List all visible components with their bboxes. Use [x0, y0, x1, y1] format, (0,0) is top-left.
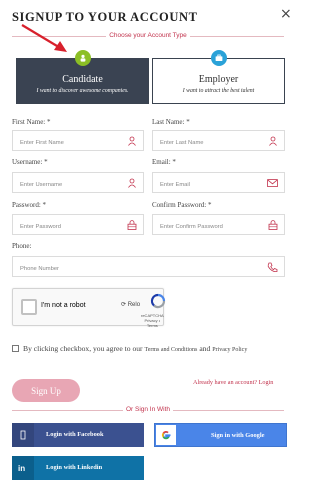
- pointer-arrow-icon: [21, 24, 67, 52]
- linkedin-login-button[interactable]: in Login with Linkedin: [12, 456, 144, 480]
- linkedin-login-label: Login with Linkedin: [46, 464, 103, 471]
- recaptcha-widget: I'm not a robot ⟳ Relo reCAPTCHA Privacy…: [12, 288, 166, 328]
- terms-prefix: By clicking checkbox, you agree to our: [23, 344, 143, 353]
- account-type-label: Choose your Account Type: [106, 32, 190, 39]
- first-name-input[interactable]: [13, 133, 143, 153]
- employer-tagline: I want to attract the best talent: [182, 88, 255, 94]
- username-label: Username: *: [12, 158, 48, 166]
- terms-link[interactable]: Terms and Conditions: [144, 347, 197, 353]
- user-icon: [128, 136, 136, 146]
- facebook-login-label: Login with Facebook: [46, 431, 104, 438]
- reload-icon: ⟳: [121, 302, 127, 308]
- last-name-label: Last Name: *: [152, 118, 190, 126]
- recaptcha-reload[interactable]: ⟳ Relo: [121, 301, 140, 308]
- first-name-field[interactable]: [12, 130, 144, 153]
- password-input[interactable]: [13, 217, 143, 237]
- close-icon[interactable]: ×: [280, 7, 292, 21]
- confirm-password-field[interactable]: [152, 214, 285, 237]
- username-field[interactable]: [12, 172, 144, 195]
- confirm-password-input[interactable]: [153, 217, 284, 237]
- lock-icon: [268, 220, 278, 230]
- terms-text: By clicking checkbox, you agree to our T…: [23, 343, 285, 355]
- username-input[interactable]: [13, 175, 143, 195]
- first-name-label: First Name: *: [12, 118, 51, 126]
- linkedin-icon: in: [12, 456, 34, 480]
- user-icon: [128, 178, 136, 188]
- last-name-field[interactable]: [152, 130, 285, 153]
- phone-label: Phone:: [12, 242, 32, 250]
- recaptcha-checkbox[interactable]: [21, 299, 37, 315]
- recaptcha-links[interactable]: Privacy • Terms: [141, 318, 164, 328]
- google-icon: [156, 425, 176, 445]
- email-field[interactable]: [152, 172, 285, 195]
- password-label: Password: *: [12, 201, 47, 209]
- recaptcha-reload-label: Relo: [127, 302, 141, 308]
- facebook-login-button[interactable]: Login with Facebook: [12, 423, 144, 447]
- email-label: Email: *: [152, 158, 176, 166]
- email-input[interactable]: [153, 175, 284, 195]
- candidate-option[interactable]: Candidate I want to discover awesome com…: [16, 50, 149, 104]
- recaptcha-logo-icon: [150, 293, 166, 309]
- privacy-link[interactable]: Privacy Policy: [212, 347, 247, 353]
- briefcase-icon: [210, 50, 227, 66]
- svg-text:in: in: [18, 464, 25, 473]
- password-field[interactable]: [12, 214, 144, 237]
- last-name-input[interactable]: [153, 133, 284, 153]
- facebook-icon: [12, 423, 34, 447]
- confirm-password-label: Confirm Password: *: [152, 201, 212, 209]
- recaptcha-label: I'm not a robot: [41, 302, 86, 309]
- employer-option[interactable]: Employer I want to attract the best tale…: [152, 50, 285, 104]
- phone-field[interactable]: [12, 256, 285, 279]
- phone-input[interactable]: [13, 259, 284, 279]
- google-signin-label: Sign in with Google: [211, 432, 265, 439]
- terms-and: and: [199, 344, 211, 353]
- google-signin-button[interactable]: Sign in with Google: [154, 423, 287, 447]
- candidate-tagline: I want to discover awesome companies.: [36, 88, 129, 94]
- login-link[interactable]: Already have an account? Login: [193, 379, 273, 386]
- lock-icon: [127, 220, 137, 230]
- phone-icon: [267, 262, 278, 273]
- terms-checkbox[interactable]: [12, 345, 19, 352]
- user-icon: [74, 50, 91, 66]
- user-icon: [269, 136, 277, 146]
- employer-name: Employer: [198, 74, 239, 85]
- social-divider-label: Or Sign In With: [122, 406, 174, 413]
- envelope-icon: [267, 179, 278, 188]
- candidate-name: Candidate: [62, 74, 103, 85]
- signup-button[interactable]: Sign Up: [12, 379, 80, 402]
